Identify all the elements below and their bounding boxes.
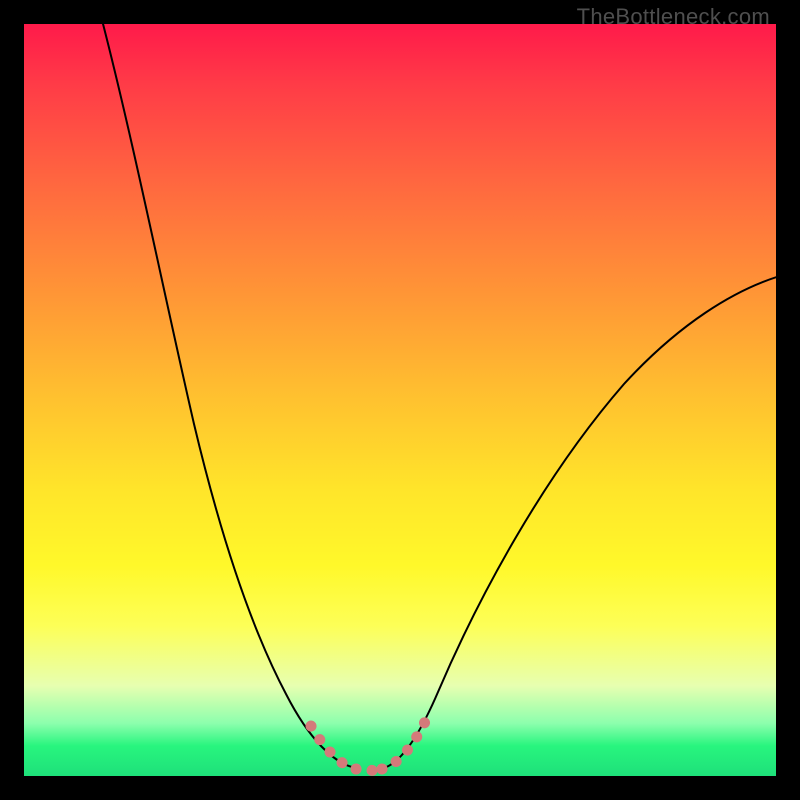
valley-dots-left	[311, 726, 356, 769]
left-curve	[102, 24, 356, 768]
chart-plot-area	[24, 24, 776, 776]
chart-svg	[24, 24, 776, 776]
right-curve	[384, 276, 776, 768]
valley-dots-right	[382, 710, 431, 769]
